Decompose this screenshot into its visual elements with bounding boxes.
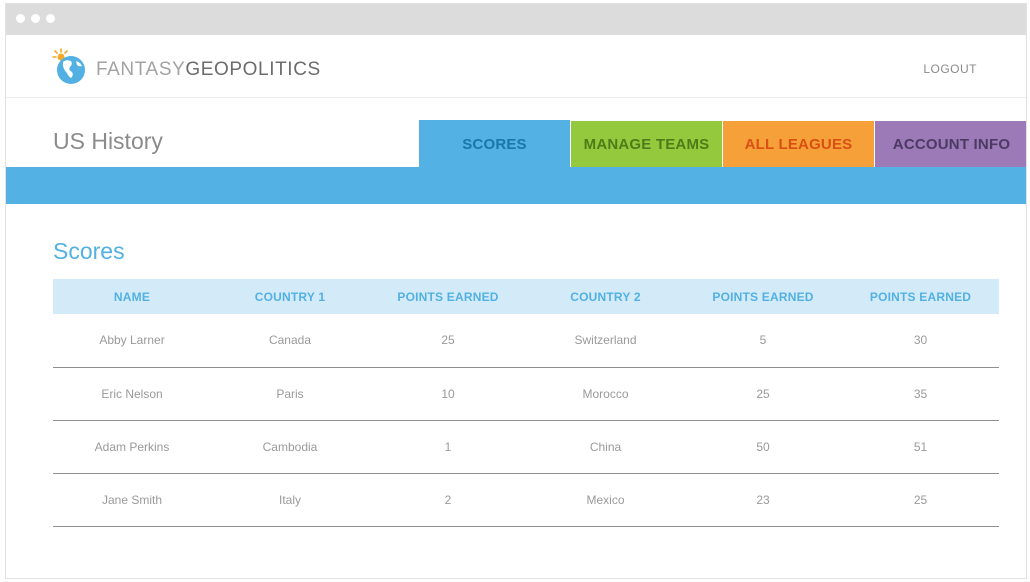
tab-account-info[interactable]: ACCOUNT INFO — [875, 121, 1026, 167]
cell-points-1: 10 — [441, 386, 455, 401]
column-header-points-earned-total[interactable]: POINTS EARNED — [842, 279, 999, 314]
cell-country-1: Paris — [276, 386, 304, 401]
league-title: US History — [53, 128, 163, 154]
cell-country-1: Cambodia — [262, 439, 318, 454]
cell-country-2: Switzerland — [574, 333, 637, 348]
section-title: Scores — [53, 238, 125, 264]
cell-points-total: 30 — [913, 333, 928, 348]
cell-points-2: 5 — [759, 333, 767, 348]
site-header: FANTASYGEOPOLITICS LOGOUT — [6, 35, 1026, 98]
cell-points-total: 25 — [913, 492, 928, 507]
cell-name: Jane Smith — [101, 492, 163, 507]
column-header-points-earned-2[interactable]: POINTS EARNED — [684, 279, 842, 314]
cell-country-2: China — [589, 439, 622, 454]
column-header-name[interactable]: NAME — [53, 279, 211, 314]
table-row[interactable]: Eric Nelson Paris 10 Morocco 25 35 — [53, 367, 999, 420]
globe-sun-icon[interactable] — [52, 48, 88, 86]
brand-text-geopolitics: GEOPOLITICS — [185, 59, 321, 80]
cell-name: Adam Perkins — [94, 439, 170, 454]
table-row[interactable]: Abby Larner Canada 25 Switzerland 5 30 — [53, 314, 999, 367]
window-close-dot[interactable] — [16, 14, 25, 23]
table-row[interactable]: Jane Smith Italy 2 Mexico 23 25 — [53, 473, 999, 526]
cell-country-2: Morocco — [582, 386, 629, 401]
column-header-country-2[interactable]: COUNTRY 2 — [527, 279, 684, 314]
table-row[interactable]: Adam Perkins Cambodia 1 China 50 51 — [53, 420, 999, 473]
table-header-row: NAME COUNTRY 1 POINTS EARNED COUNTRY 2 P… — [53, 279, 999, 314]
cell-points-2: 50 — [756, 439, 770, 454]
cell-points-1: 2 — [444, 492, 452, 507]
cell-country-2: Mexico — [586, 492, 625, 507]
cell-name: Abby Larner — [99, 333, 165, 348]
cell-points-2: 23 — [756, 492, 770, 507]
cell-country-1: Canada — [268, 333, 312, 348]
logout-link[interactable]: LOGOUT — [923, 62, 977, 76]
cell-name: Eric Nelson — [101, 386, 163, 401]
column-header-points-earned-1[interactable]: POINTS EARNED — [369, 279, 527, 314]
cell-points-total: 51 — [913, 439, 928, 454]
cell-points-1: 25 — [441, 333, 455, 348]
cell-points-1: 1 — [444, 439, 452, 454]
window-maximize-dot[interactable] — [46, 14, 55, 23]
cell-points-2: 25 — [756, 386, 770, 401]
browser-window: FANTASYGEOPOLITICS LOGOUT US History SCO… — [5, 3, 1027, 579]
tab-content-band — [6, 167, 1026, 204]
tab-manage-teams[interactable]: MANAGE TEAMS — [571, 121, 722, 167]
scores-table: NAME COUNTRY 1 POINTS EARNED COUNTRY 2 P… — [53, 279, 999, 527]
window-titlebar — [6, 4, 1026, 35]
column-header-country-1[interactable]: COUNTRY 1 — [211, 279, 369, 314]
window-minimize-dot[interactable] — [31, 14, 40, 23]
brand-text-fantasy: FANTASY — [96, 59, 186, 80]
brand-wordmark[interactable]: FANTASYGEOPOLITICS — [96, 59, 321, 81]
cell-country-1: Italy — [278, 492, 301, 507]
cell-points-total: 35 — [913, 386, 928, 401]
tab-scores[interactable]: SCORES — [419, 120, 570, 168]
tab-all-leagues[interactable]: ALL LEAGUES — [723, 121, 874, 167]
